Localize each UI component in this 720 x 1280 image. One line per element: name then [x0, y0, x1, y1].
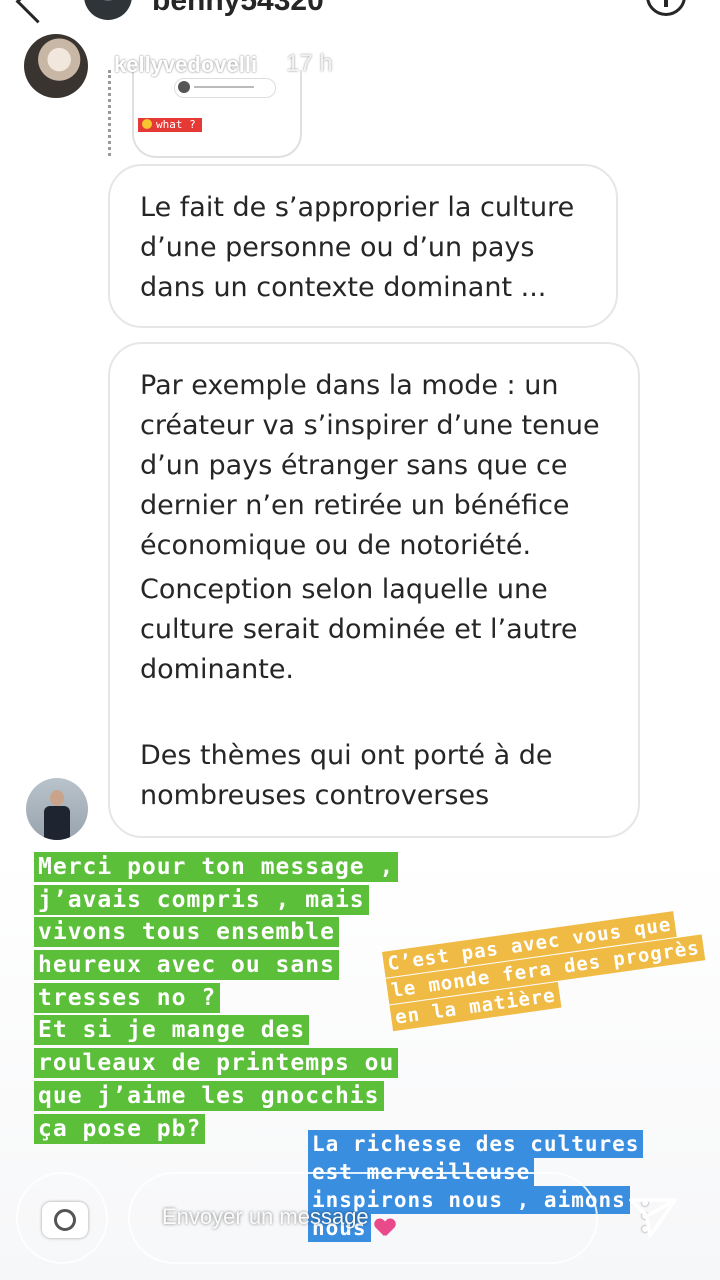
green-text-line: ça pose pb? [34, 1113, 206, 1144]
green-text-line: vivons tous ensemble [34, 917, 339, 948]
message-text: Par exemple dans la mode : un créateur v… [140, 370, 600, 561]
green-text-line: Merci pour ton message , [34, 852, 399, 882]
green-text-line: rouleaux de printemps ou [34, 1048, 399, 1079]
green-text-line: que j’aime les gnocchis [34, 1080, 384, 1111]
message-composer: Envoyer un message [16, 1172, 704, 1264]
message-text: Le fait de s’approprier la culture d’une… [140, 192, 575, 303]
story-username[interactable]: kellyvedovelli [114, 52, 257, 78]
blue-text-line: La richesse des cultures [308, 1130, 644, 1158]
message-bubble: Par exemple dans la mode : un créateur v… [108, 342, 640, 838]
message-placeholder: Envoyer un message [162, 1204, 369, 1229]
green-text-line: heureux avec ou sans [34, 950, 339, 981]
message-text: Conception selon laquelle une culture se… [140, 574, 578, 685]
message-text: Des thèmes qui ont porté à de nombreuses… [140, 740, 553, 811]
emoji-icon [142, 119, 152, 129]
camera-icon [42, 1202, 88, 1238]
thumbnail-sticker-text: what ? [156, 118, 196, 131]
send-icon[interactable] [628, 1194, 678, 1240]
story-timestamp: 17 h [286, 50, 333, 77]
message-bubble: Le fait de s’approprier la culture d’une… [108, 164, 618, 328]
green-text-line: Et si je mange des [34, 1015, 310, 1046]
green-text-line: tresses no ? [34, 982, 221, 1013]
message-input[interactable]: Envoyer un message [128, 1172, 648, 1264]
green-text-line: j’avais compris , mais [34, 884, 369, 915]
thumbnail-sticker: what ? [138, 118, 202, 132]
camera-button[interactable] [16, 1172, 108, 1264]
story-avatar[interactable] [24, 34, 88, 98]
story-header: kellyvedovelli 17 h [0, 0, 720, 110]
sender-avatar [26, 778, 88, 840]
